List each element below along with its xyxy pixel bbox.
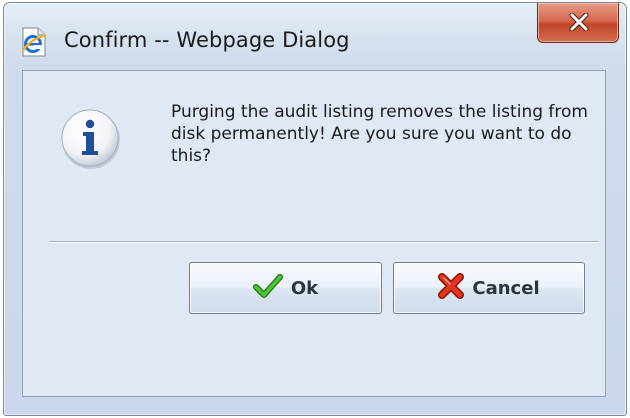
close-x-icon bbox=[569, 13, 589, 31]
ok-button-label: Ok bbox=[290, 277, 319, 299]
red-x-icon bbox=[438, 273, 465, 303]
dialog-message: Purging the audit listing removes the li… bbox=[171, 102, 588, 166]
separator bbox=[49, 241, 599, 243]
ie-page-icon bbox=[20, 27, 48, 57]
cancel-button[interactable]: Cancel bbox=[393, 262, 585, 314]
dialog-body: Purging the audit listing removes the li… bbox=[22, 70, 606, 397]
ok-button[interactable]: Ok bbox=[189, 262, 382, 314]
cancel-button-label: Cancel bbox=[472, 277, 540, 299]
title-bar[interactable]: Confirm -- Webpage Dialog bbox=[4, 3, 626, 69]
close-button[interactable] bbox=[537, 3, 619, 43]
window-title: Confirm -- Webpage Dialog bbox=[64, 28, 350, 52]
green-check-icon bbox=[252, 274, 283, 302]
info-icon bbox=[59, 107, 123, 171]
dialog-window: Confirm -- Webpage Dialog Purging the au… bbox=[3, 2, 627, 416]
